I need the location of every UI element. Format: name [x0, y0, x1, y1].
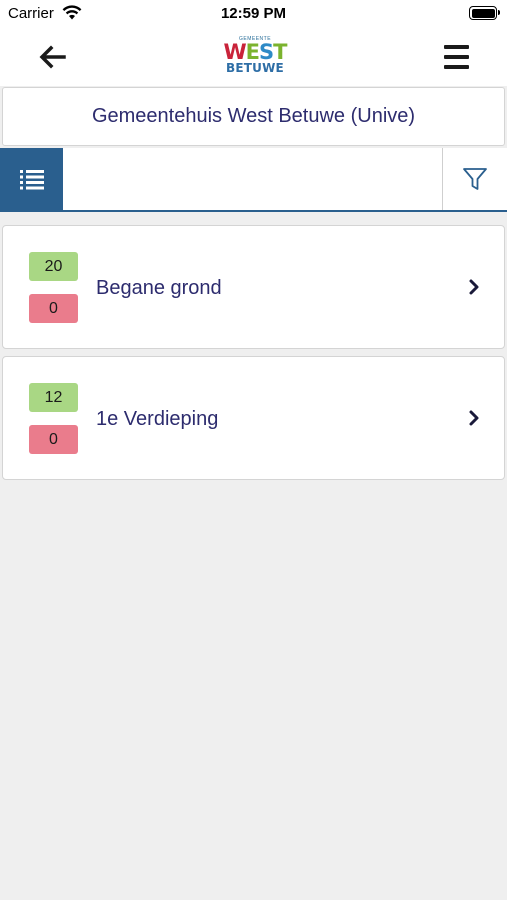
occupied-count-badge: 0 [29, 294, 78, 323]
logo-word-betuwe: BETUWE [226, 61, 284, 75]
floor-item-1e-verdieping[interactable]: 12 0 1e Verdieping [2, 356, 505, 480]
hamburger-menu-icon [444, 45, 469, 49]
status-time: 12:59 PM [220, 5, 287, 22]
chevron-right-icon [469, 410, 479, 426]
toolbar [0, 148, 507, 212]
nav-bar: GEMEENTE WEST BETUWE [0, 28, 507, 86]
filter-icon [463, 168, 487, 190]
filter-button[interactable] [442, 148, 507, 210]
floor-name: Begane grond [96, 277, 222, 299]
battery-icon [469, 6, 500, 20]
location-title-box: Gemeentehuis West Betuwe (Unive) [2, 87, 505, 146]
back-button[interactable] [34, 40, 70, 74]
available-count-badge: 20 [29, 252, 78, 281]
logo-word-west: WEST [223, 40, 288, 64]
occupied-count-badge: 0 [29, 425, 78, 454]
available-count-badge: 12 [29, 383, 78, 412]
floor-name: 1e Verdieping [96, 408, 219, 430]
status-bar: Carrier 12:59 PM [0, 0, 507, 28]
search-field[interactable] [63, 148, 443, 210]
page-title: Gemeentehuis West Betuwe (Unive) [91, 105, 416, 127]
list-icon [19, 170, 44, 190]
arrow-left-icon [39, 45, 66, 69]
menu-button[interactable] [441, 40, 473, 74]
list-view-button[interactable] [0, 148, 63, 210]
chevron-right-icon [469, 279, 479, 295]
floor-item-begane-grond[interactable]: 20 0 Begane grond [2, 225, 505, 349]
west-betuwe-logo: GEMEENTE WEST BETUWE [220, 36, 290, 78]
